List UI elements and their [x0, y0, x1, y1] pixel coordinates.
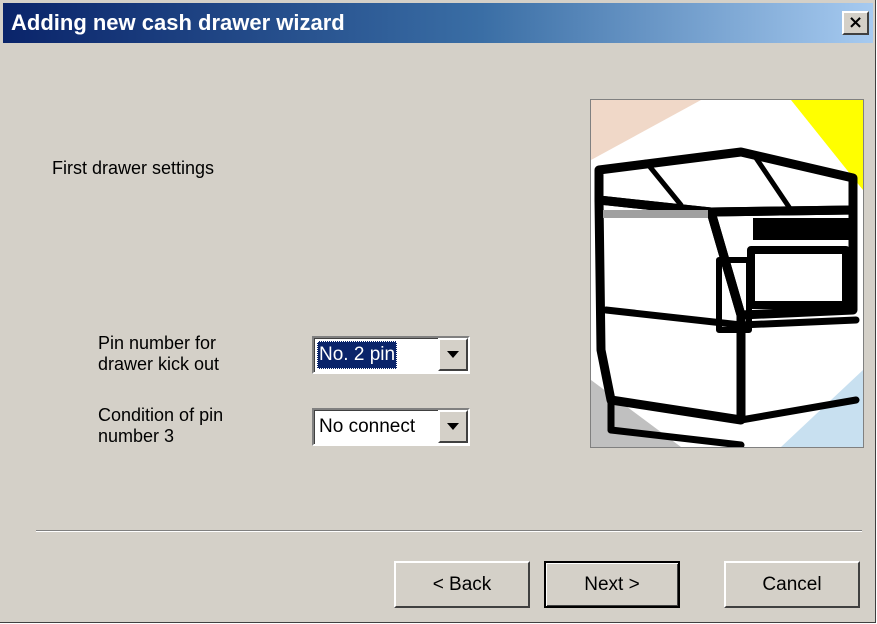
pin3-condition-label-line1: Condition of pin — [98, 405, 224, 425]
pin3-condition-label-line2: number 3 — [98, 426, 175, 446]
window-title: Adding new cash drawer wizard — [11, 10, 345, 35]
chevron-down-icon[interactable] — [438, 338, 468, 371]
divider — [36, 530, 862, 532]
pin3-condition-select[interactable]: No connect — [312, 408, 470, 446]
pin-number-label-line1: Pin number for — [98, 333, 217, 353]
cancel-button[interactable]: Cancel — [724, 561, 860, 608]
pin-number-select-value: No. 2 pin — [317, 341, 398, 369]
page-heading: First drawer settings — [52, 158, 215, 178]
cash-drawer-icon — [591, 100, 863, 447]
close-button[interactable]: × — [842, 11, 869, 35]
next-button[interactable]: Next > — [544, 561, 680, 608]
title-bar[interactable]: Adding new cash drawer wizard × — [3, 3, 873, 43]
close-icon: × — [847, 12, 864, 33]
pin3-condition-select-value: No connect — [319, 416, 416, 437]
pin-number-select[interactable]: No. 2 pin — [312, 336, 470, 374]
pin-number-label: Pin number for drawer kick out — [98, 333, 288, 375]
pin-number-label-line2: drawer kick out — [98, 354, 220, 374]
chevron-down-icon[interactable] — [438, 410, 468, 443]
back-button[interactable]: < Back — [394, 561, 530, 608]
wizard-illustration — [590, 99, 864, 448]
pin3-condition-label: Condition of pin number 3 — [98, 405, 288, 447]
wizard-window: Adding new cash drawer wizard × First dr… — [0, 0, 876, 623]
